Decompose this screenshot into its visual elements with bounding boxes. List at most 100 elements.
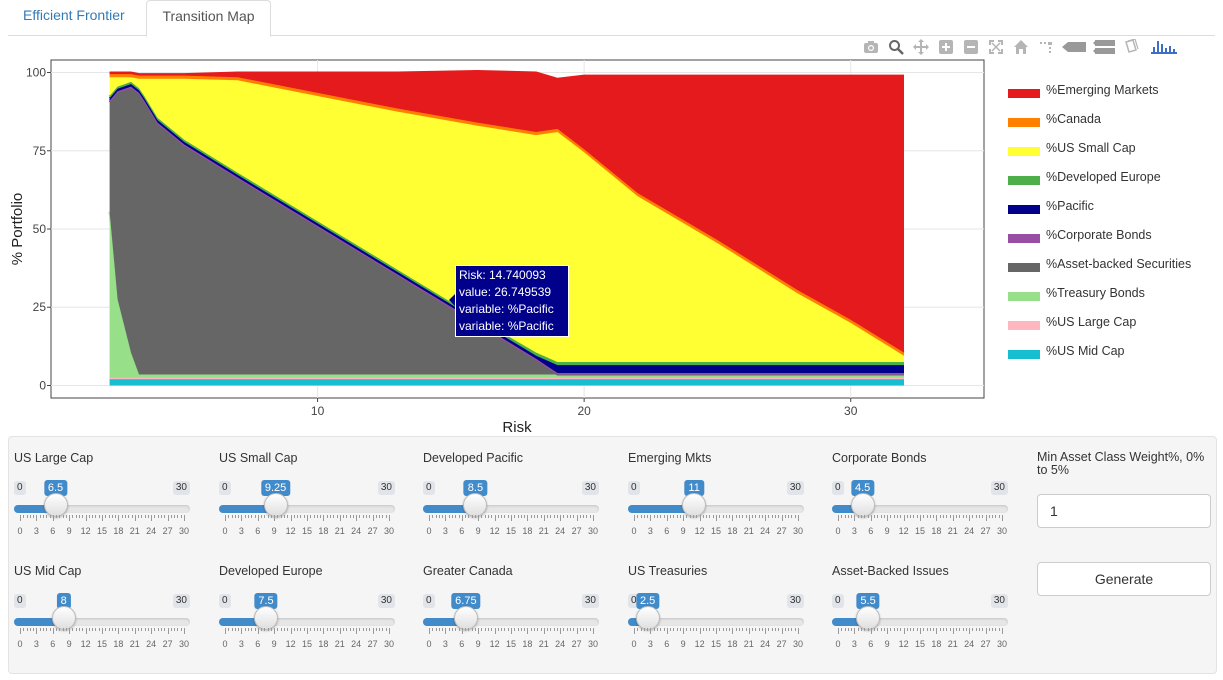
slider-grid-tick xyxy=(277,628,279,631)
slider-us-small-cap[interactable]: US Small Cap 0 30 9.25 0 3 6 9 12 15 18 21 24 27 30 xyxy=(219,451,395,541)
slider-tick-label: 27 xyxy=(776,639,787,649)
slider-grid-tick xyxy=(566,515,568,518)
slider-handle[interactable] xyxy=(254,606,278,630)
legend-item[interactable]: %Pacific xyxy=(1008,199,1218,215)
generate-button[interactable]: Generate xyxy=(1037,562,1211,596)
min-weight-input[interactable] xyxy=(1037,494,1211,528)
slider-us-treasuries[interactable]: US Treasuries 0 30 2.5 0 3 6 9 12 15 18 21 24 27 30 xyxy=(628,564,804,654)
legend-item[interactable]: %US Small Cap xyxy=(1008,141,1218,157)
slider-grid-tick xyxy=(788,628,790,631)
slider-handle[interactable] xyxy=(263,493,288,517)
zoom-out-icon[interactable] xyxy=(962,38,980,56)
slider-grid-tick xyxy=(362,515,364,518)
legend-item[interactable]: %Canada xyxy=(1008,112,1218,128)
slider-grid-tick xyxy=(663,515,665,518)
slider-grid-tick xyxy=(131,515,133,518)
slider-grid-tick xyxy=(65,628,67,631)
slider-handle[interactable] xyxy=(635,606,660,630)
slider-grid-tick xyxy=(326,515,328,518)
slider-max-label: 30 xyxy=(172,594,190,608)
slider-track[interactable] xyxy=(219,505,395,513)
slider-grid-tick xyxy=(745,515,747,518)
slider-developed-pacific[interactable]: Developed Pacific 0 30 8.5 0 3 6 9 12 15 18 21 24 27 3… xyxy=(423,451,599,541)
slider-grid-tick xyxy=(634,515,635,521)
slider-handle[interactable] xyxy=(43,493,68,517)
slider-grid-tick xyxy=(465,628,467,631)
legend-item[interactable]: %Treasury Bonds xyxy=(1008,286,1218,302)
slider-us-large-cap[interactable]: US Large Cap 0 30 6.5 0 3 6 9 12 15 18 21 24 27 30 xyxy=(14,451,190,541)
slider-track[interactable] xyxy=(219,618,395,626)
slider-grid-tick xyxy=(670,628,672,631)
slider-grid-tick xyxy=(277,515,279,518)
slider-handle[interactable] xyxy=(463,493,488,517)
slider-track[interactable] xyxy=(423,505,599,513)
slider-handle[interactable] xyxy=(682,493,707,517)
slider-grid-tick xyxy=(910,515,912,518)
slider-grid-tick xyxy=(775,628,777,631)
slider-tick-label: 21 xyxy=(129,526,140,536)
camera-icon[interactable] xyxy=(862,38,880,56)
zoom-icon[interactable] xyxy=(887,38,905,56)
slider-grid-tick xyxy=(761,515,763,518)
hover-compare-icon[interactable] xyxy=(1093,38,1115,56)
spike-lines-icon[interactable] xyxy=(1037,38,1055,56)
hover-closest-icon[interactable] xyxy=(1062,38,1086,56)
slider-asset-backed-issues[interactable]: Asset-Backed Issues 0 30 5.5 0 3 6 9 12 15 18 21 24 2… xyxy=(832,564,1008,654)
slider-track[interactable] xyxy=(628,505,804,513)
slider-grid-tick xyxy=(297,628,299,631)
y-tick-label: 75 xyxy=(33,144,47,158)
autoscale-icon[interactable] xyxy=(987,38,1005,56)
slider-label: US Small Cap xyxy=(219,451,298,465)
slider-grid-tick xyxy=(161,515,163,518)
plotly-logo-icon[interactable] xyxy=(1151,38,1177,56)
slider-grid-tick xyxy=(573,515,575,518)
slider-grid-tick xyxy=(650,628,652,634)
slider-grid-tick xyxy=(455,515,457,518)
legend-item[interactable]: %Asset-backed Securities xyxy=(1008,257,1218,273)
legend-item[interactable]: %Corporate Bonds xyxy=(1008,228,1218,244)
slider-grid-tick xyxy=(287,515,289,518)
slider-grid-tick xyxy=(913,628,915,631)
zoom-in-icon[interactable] xyxy=(937,38,955,56)
slider-handle[interactable] xyxy=(453,606,478,630)
tab-efficient-frontier[interactable]: Efficient Frontier xyxy=(8,0,140,36)
slider-grid-tick xyxy=(69,515,71,521)
slider-grid-tick xyxy=(906,628,908,631)
slider-developed-europe[interactable]: Developed Europe 0 30 7.5 0 3 6 9 12 15 18 21 24 27 30 xyxy=(219,564,395,654)
tab-transition-map[interactable]: Transition Map xyxy=(146,0,271,37)
slider-grid-tick xyxy=(343,515,345,518)
slider-grid-tick xyxy=(589,628,591,631)
slider-grid-tick xyxy=(257,628,259,634)
pan-icon[interactable] xyxy=(912,38,930,56)
legend-swatch xyxy=(1008,89,1040,98)
collaborate-icon[interactable] xyxy=(1122,38,1140,56)
slider-grid-tick xyxy=(481,515,483,518)
slider-tick-label: 12 xyxy=(694,639,705,649)
legend-item[interactable]: %Emerging Markets xyxy=(1008,83,1218,99)
slider-tick-label: 9 xyxy=(475,639,481,649)
slider-grid-tick xyxy=(170,515,172,518)
home-icon[interactable] xyxy=(1012,38,1030,56)
legend-item[interactable]: %US Large Cap xyxy=(1008,315,1218,331)
transition-map-chart[interactable]: 0 25 50 75 100 10 20 30 Risk % Portfolio xyxy=(0,55,1000,435)
slider-track[interactable] xyxy=(423,618,599,626)
slider-grid-tick xyxy=(514,628,516,631)
slider-grid-tick xyxy=(844,515,846,518)
slider-grid-tick xyxy=(303,628,305,631)
slider-us-mid-cap[interactable]: US Mid Cap 0 30 8 0 3 6 9 12 15 18 21 24 27 30 xyxy=(14,564,190,654)
slider-grid-tick xyxy=(49,515,51,518)
slider-grid-tick xyxy=(959,515,961,518)
slider-corporate-bonds[interactable]: Corporate Bonds 0 30 4.5 0 3 6 9 12 15 18 21 24 27 30 xyxy=(832,451,1008,541)
slider-handle[interactable] xyxy=(856,606,881,630)
slider-handle[interactable] xyxy=(51,606,76,630)
slider-grid-tick xyxy=(982,515,984,518)
slider-handle[interactable] xyxy=(850,493,875,517)
slider-emerging-mkts[interactable]: Emerging Mkts 0 30 11 0 3 6 9 12 15 18 21 24 27 30 xyxy=(628,451,804,541)
legend-item[interactable]: %US Mid Cap xyxy=(1008,344,1218,360)
slider-grid-tick xyxy=(583,515,585,518)
slider-track[interactable] xyxy=(14,618,190,626)
slider-track[interactable] xyxy=(14,505,190,513)
slider-greater-canada[interactable]: Greater Canada 0 30 6.75 0 3 6 9 12 15 18 21 24 27 30 xyxy=(423,564,599,654)
legend-item[interactable]: %Developed Europe xyxy=(1008,170,1218,186)
slider-tick-label: 6 xyxy=(50,639,56,649)
